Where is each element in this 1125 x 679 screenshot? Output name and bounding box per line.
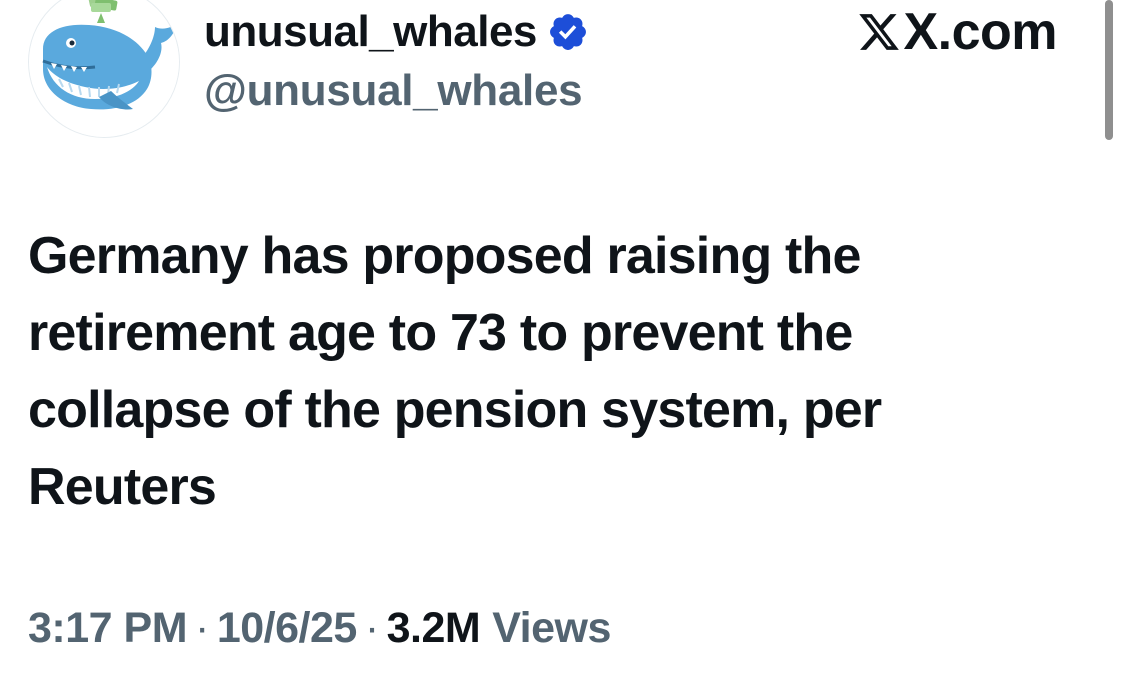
avatar[interactable] [28, 0, 180, 138]
views-label[interactable]: Views [492, 604, 611, 653]
brand-watermark: X.com [857, 3, 1057, 61]
brand-text: X.com [903, 3, 1057, 61]
tweet-text: Germany has proposed raising the retirem… [28, 227, 882, 516]
whale-avatar-icon [29, 0, 179, 137]
meta-separator: · [364, 604, 379, 652]
views-count[interactable]: 3.2M [387, 604, 481, 653]
verified-badge-icon [547, 11, 589, 53]
author-handle[interactable]: @unusual_whales [204, 66, 583, 116]
scrollbar[interactable] [1105, 0, 1113, 140]
tweet-date[interactable]: 10/6/25 [217, 604, 357, 653]
tweet-meta: 3:17 PM · 10/6/25 · 3.2M Views [28, 604, 611, 653]
display-name[interactable]: unusual_whales [204, 7, 537, 57]
x-logo-icon [859, 14, 900, 50]
tweet-time[interactable]: 3:17 PM [28, 604, 188, 653]
meta-separator: · [195, 604, 209, 652]
author-name-row[interactable]: unusual_whales [204, 4, 589, 60]
